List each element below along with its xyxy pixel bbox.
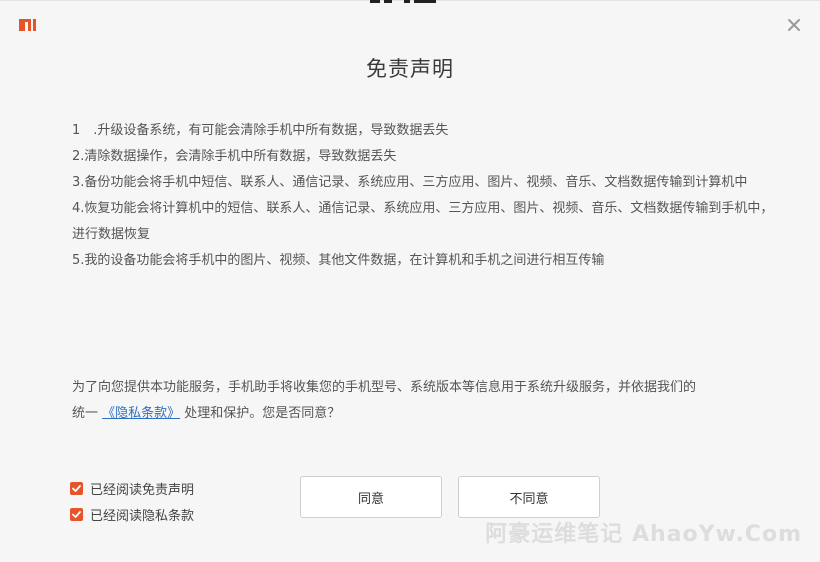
- disagree-button[interactable]: 不同意: [458, 476, 600, 518]
- checkmark-icon: [72, 484, 81, 492]
- close-icon[interactable]: [784, 15, 804, 35]
- term-item: 4.恢复功能会将计算机中的短信、联系人、通信记录、系统应用、三方应用、图片、视频…: [72, 201, 774, 242]
- term-item: 3.备份功能会将手机中短信、联系人、通信记录、系统应用、三方应用、图片、视频、音…: [72, 175, 748, 190]
- disclaimer-dialog: 免责声明 1 .升级设备系统，有可能会清除手机中所有数据，导致数据丢失 2.清除…: [0, 0, 820, 562]
- read-disclaimer-label: 已经阅读免责声明: [90, 482, 195, 498]
- term-item: 5.我的设备功能会将手机中的图片、视频、其他文件数据，在计算机和手机之间进行相互…: [72, 253, 605, 268]
- term-item: 1 .升级设备系统，有可能会清除手机中所有数据，导致数据丢失: [72, 123, 449, 138]
- agree-button[interactable]: 同意: [300, 476, 442, 518]
- watermark-text: 阿豪运维笔记 AhaoYw.Com: [485, 522, 802, 547]
- privacy-notice-line1: 为了向您提供本功能服务，手机助手将收集您的手机型号、系统版本等信息用于系统升级服…: [72, 380, 697, 395]
- mi-logo-icon: [19, 19, 36, 31]
- dialog-title: 免责声明: [366, 57, 454, 81]
- privacy-notice: 为了向您提供本功能服务，手机助手将收集您的手机型号、系统版本等信息用于系统升级服…: [72, 375, 762, 427]
- privacy-policy-link[interactable]: 《隐私条款》: [102, 406, 180, 421]
- term-item: 2.清除数据操作，会清除手机中所有数据，导致数据丢失: [72, 149, 397, 164]
- consent-checkboxes: 已经阅读免责声明 已经阅读隐私条款: [70, 475, 194, 527]
- read-privacy-checkbox-row[interactable]: 已经阅读隐私条款: [70, 501, 194, 527]
- read-privacy-label: 已经阅读隐私条款: [90, 508, 195, 524]
- checkmark-icon: [72, 510, 81, 518]
- disclaimer-terms-list: 1 .升级设备系统，有可能会清除手机中所有数据，导致数据丢失 2.清除数据操作，…: [72, 118, 778, 274]
- read-disclaimer-checkbox-row[interactable]: 已经阅读免责声明: [70, 475, 194, 501]
- privacy-notice-suffix: 处理和保护。您是否同意？: [180, 406, 341, 421]
- privacy-notice-line2: 统一 《隐私条款》 处理和保护。您是否同意？: [72, 401, 762, 427]
- privacy-notice-prefix: 统一: [72, 406, 103, 421]
- top-edge-fragment: [370, 0, 436, 3]
- read-privacy-checkbox[interactable]: [70, 507, 83, 521]
- read-disclaimer-checkbox[interactable]: [70, 481, 83, 495]
